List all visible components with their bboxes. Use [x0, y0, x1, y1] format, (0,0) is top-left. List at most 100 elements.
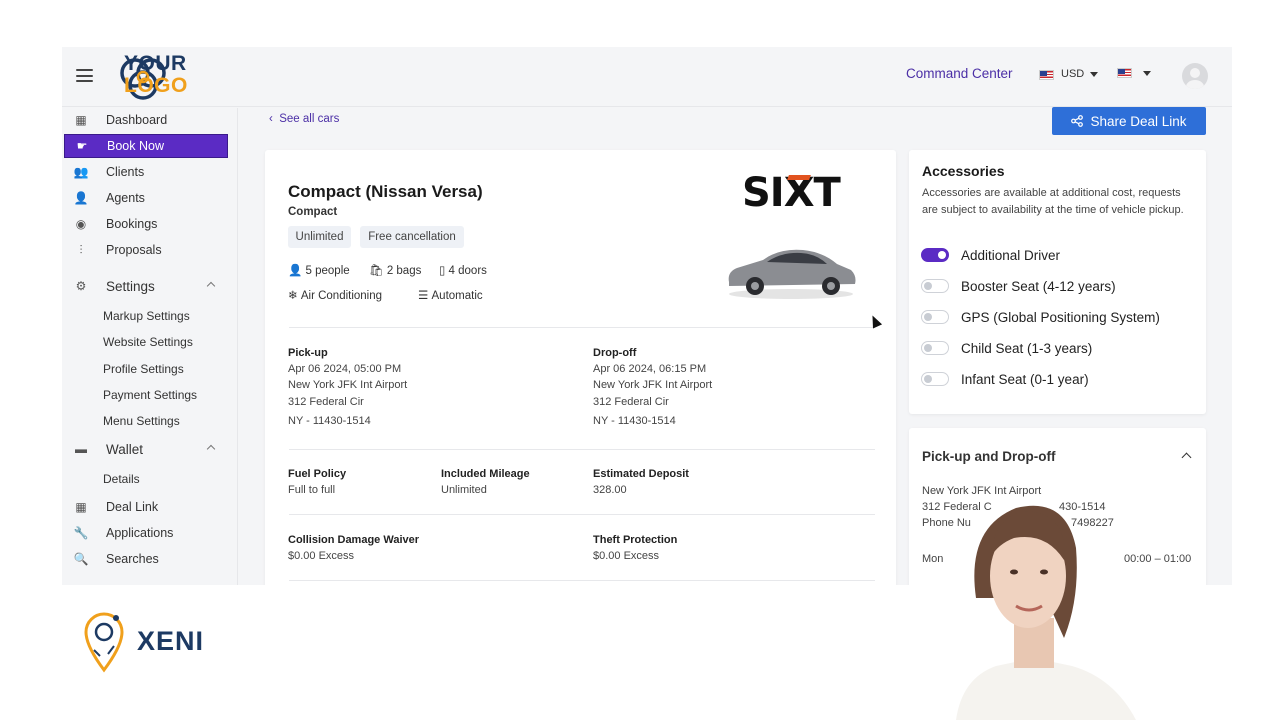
sidebar-item-label: Searches [106, 552, 159, 566]
cdw-label: Collision Damage Waiver [288, 534, 420, 546]
feature-bags-label: 2 bags [386, 265, 422, 277]
language-caret-icon[interactable] [1143, 71, 1151, 76]
car-image [728, 249, 856, 299]
hamburger-menu-icon[interactable] [76, 69, 93, 82]
car-details-card: Compact (Nissan Versa) Compact Unlimited… [265, 150, 896, 585]
logo-text: YOUR LOGO [124, 53, 188, 97]
toggle-switch[interactable] [921, 248, 949, 262]
dropoff-address: 312 Federal Cir [593, 396, 669, 408]
pickup-zip: NY - 11430-1514 [288, 415, 371, 427]
feature-ac-label: Air Conditioning [300, 290, 383, 302]
sidebar-subitem-website-settings[interactable]: Website Settings [103, 335, 193, 349]
command-center-link[interactable]: Command Center [906, 66, 1013, 81]
feature-doors: ▯ 4 doors [439, 263, 487, 277]
xeni-wordmark: XENI [137, 626, 205, 656]
divider [289, 449, 875, 450]
sidebar-item-dashboard[interactable]: ▦ Dashboard [64, 108, 228, 132]
pickup-dropoff-title: Pick-up and Drop-off [922, 449, 1056, 464]
sidebar-item-label: Settings [106, 278, 155, 294]
sidebar-subitem-profile-settings[interactable]: Profile Settings [103, 362, 184, 376]
deposit-value: 328.00 [593, 484, 627, 496]
accessory-child-seat[interactable]: Child Seat (1-3 years) [921, 339, 1092, 357]
car-title: Compact (Nissan Versa) [288, 182, 483, 201]
toggle-switch[interactable] [921, 372, 949, 386]
accessory-label: Additional Driver [961, 247, 1061, 263]
sidebar-item-label: Wallet [106, 441, 144, 457]
transmission-icon: ☰ [418, 290, 429, 302]
sidebar-item-label: Bookings [106, 217, 158, 231]
mileage-value: Unlimited [441, 484, 487, 496]
sidebar-item-proposals[interactable]: ⫶ Proposals [64, 238, 228, 262]
accessory-label: GPS (Global Positioning System) [961, 309, 1160, 325]
grid-icon: ▦ [75, 113, 87, 127]
sidebar-item-searches[interactable]: 🔍 Searches [64, 547, 228, 571]
user-avatar[interactable] [1182, 63, 1208, 89]
currency-caret-icon[interactable] [1090, 72, 1098, 77]
feature-ac: ❄ Air Conditioning [288, 288, 382, 302]
sidebar-item-label: Book Now [107, 139, 164, 153]
feature-people-label: 5 people [305, 265, 350, 277]
divider [289, 514, 875, 515]
see-all-cars-link[interactable]: ‹ See all cars [269, 113, 339, 125]
sidebar-subitem-payment-settings[interactable]: Payment Settings [103, 388, 197, 402]
sidebar-item-wallet[interactable]: ▬ Wallet [64, 437, 228, 461]
chevron-up-icon[interactable] [206, 281, 216, 291]
sidebar-subitem-markup-settings[interactable]: Markup Settings [103, 309, 190, 323]
accessory-booster-seat[interactable]: Booster Seat (4-12 years) [921, 277, 1116, 295]
toggle-switch[interactable] [921, 341, 949, 355]
pickup-label: Pick-up [288, 347, 328, 359]
language-flag-icon[interactable] [1117, 68, 1132, 78]
logo-line-2: LOGO [124, 74, 188, 97]
sidebar-item-bookings[interactable]: ◉ Bookings [64, 212, 228, 236]
divider [289, 580, 875, 581]
chevron-left-icon: ‹ [269, 113, 273, 125]
accessory-label: Infant Seat (0-1 year) [961, 371, 1089, 387]
fuel-policy-label: Fuel Policy [288, 468, 347, 480]
accessory-gps[interactable]: GPS (Global Positioning System) [921, 308, 1160, 326]
back-link-label: See all cars [279, 113, 340, 125]
feature-doors-label: 4 doors [448, 265, 487, 277]
chevron-up-icon[interactable] [206, 444, 216, 454]
accessory-infant-seat[interactable]: Infant Seat (0-1 year) [921, 370, 1089, 388]
accessory-label: Booster Seat (4-12 years) [961, 278, 1116, 294]
pickup-location: New York JFK Int Airport [288, 379, 408, 391]
share-deal-link-button[interactable]: Share Deal Link [1052, 107, 1206, 135]
dropoff-zip: NY - 11430-1514 [593, 415, 676, 427]
sidebar-item-settings[interactable]: ⚙ Settings [64, 274, 228, 298]
accessories-card: Accessories Accessories are available at… [909, 150, 1206, 414]
search-icon: 🔍 [73, 552, 89, 566]
sidebar-item-label: Deal Link [106, 500, 159, 514]
chevron-up-icon[interactable] [1181, 452, 1192, 463]
sixt-logo: SIXT [742, 170, 841, 216]
car-class: Compact [288, 206, 338, 218]
sidebar-item-deal-link[interactable]: ▦ Deal Link [64, 495, 228, 519]
fuel-policy-value: Full to full [288, 484, 336, 496]
sidebar-item-agents[interactable]: 👤 Agents [64, 186, 228, 210]
share-icon [1071, 115, 1084, 127]
dropoff-label: Drop-off [593, 347, 637, 359]
accessory-additional-driver[interactable]: Additional Driver [921, 246, 1060, 264]
sidebar-subitem-menu-settings[interactable]: Menu Settings [103, 414, 180, 428]
cdw-value: $0.00 Excess [288, 550, 355, 562]
accessories-description: Accessories are available at additional … [922, 187, 1184, 216]
badge-unlimited: Unlimited [288, 226, 351, 248]
wallet-icon: ▬ [75, 442, 87, 456]
currency-selector[interactable]: USD [1061, 68, 1084, 80]
sidebar-subitem-details[interactable]: Details [103, 472, 140, 486]
toggle-switch[interactable] [921, 310, 949, 324]
us-flag-icon [1039, 70, 1054, 80]
sidebar-item-label: Dashboard [106, 113, 168, 127]
sidebar-item-book-now[interactable]: ☛ Book Now [64, 134, 228, 158]
sidebar-item-clients[interactable]: 👥 Clients [64, 160, 228, 184]
feature-transmission: ☰ Automatic [418, 288, 483, 302]
compass-icon: ◉ [75, 217, 87, 231]
sidebar: ▦ Dashboard ☛ Book Now 👥 Clients 👤 Agent… [62, 108, 238, 585]
toggle-switch[interactable] [921, 279, 949, 293]
sidebar-item-applications[interactable]: 🔧 Applications [64, 521, 228, 545]
theft-label: Theft Protection [593, 534, 678, 546]
wrench-icon: 🔧 [73, 526, 89, 540]
deposit-label: Estimated Deposit [593, 468, 689, 480]
divider [289, 327, 875, 328]
dropoff-datetime: Apr 06 2024, 06:15 PM [593, 363, 707, 375]
dropoff-location: New York JFK Int Airport [593, 379, 713, 391]
